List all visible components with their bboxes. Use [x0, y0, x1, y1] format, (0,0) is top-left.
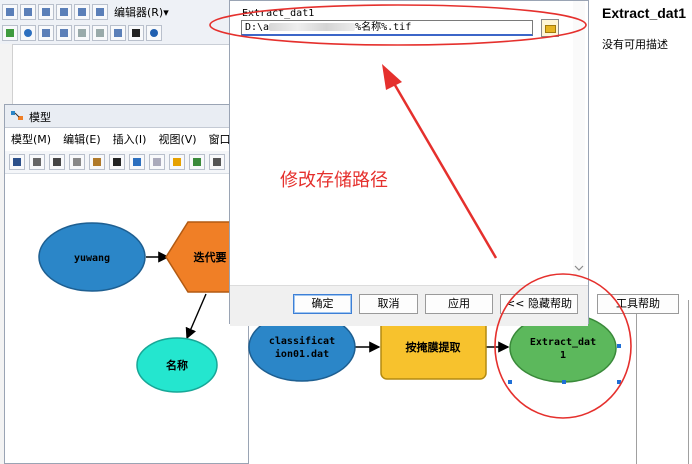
highlight-ellipse-path: [209, 4, 587, 46]
annotation-arrow: [382, 64, 498, 259]
annotation-overlay: [209, 4, 632, 419]
highlight-ellipse-output: [494, 273, 632, 419]
